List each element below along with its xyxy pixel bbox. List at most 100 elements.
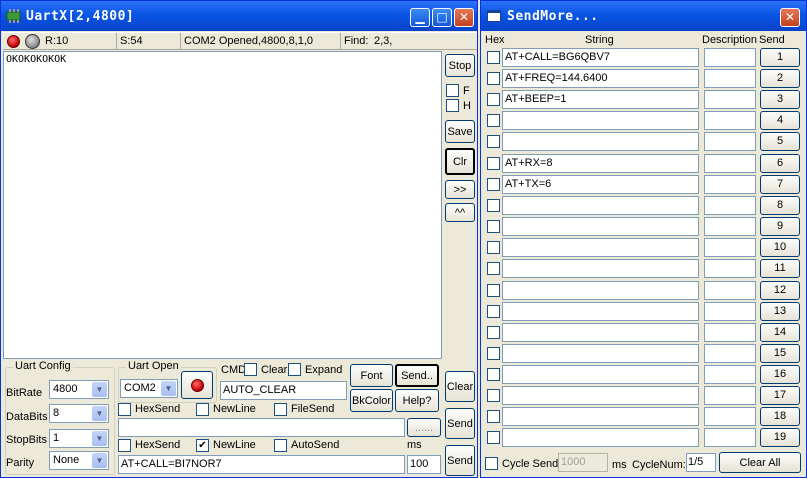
close-icon[interactable]: ✕ (780, 8, 800, 27)
command-string-input[interactable] (502, 407, 699, 426)
command-string-input[interactable]: AT+TX=6 (502, 175, 699, 194)
collapse-button[interactable]: ^^ (445, 203, 475, 222)
cycle-interval-input[interactable]: 1000 (558, 453, 608, 472)
send-row-button[interactable]: 13 (760, 302, 800, 321)
command-string-input[interactable]: AT+BEEP=1 (502, 90, 699, 109)
description-input[interactable] (704, 111, 756, 130)
f-checkbox[interactable] (446, 84, 459, 97)
command-string-input[interactable] (502, 217, 699, 236)
chevron-down-icon[interactable]: ▼ (92, 431, 107, 446)
hex-checkbox[interactable] (487, 305, 500, 318)
send-input[interactable]: AT+CALL=BI7NOR7 (118, 455, 405, 474)
send-row-button[interactable]: 11 (760, 259, 800, 278)
help-button[interactable]: Help? (395, 389, 439, 412)
chevron-down-icon[interactable]: ▼ (161, 381, 176, 396)
close-icon[interactable]: ✕ (454, 8, 474, 27)
description-input[interactable] (704, 69, 756, 88)
hex-checkbox[interactable] (487, 72, 500, 85)
command-string-input[interactable] (502, 259, 699, 278)
clear-receive-button[interactable]: Clear (445, 371, 475, 402)
send-row-button[interactable]: 9 (760, 217, 800, 236)
description-input[interactable] (704, 132, 756, 151)
description-input[interactable] (704, 175, 756, 194)
description-input[interactable] (704, 386, 756, 405)
font-button[interactable]: Font (350, 364, 393, 387)
command-string-input[interactable] (502, 386, 699, 405)
save-button[interactable]: Save (445, 120, 475, 143)
parity-select[interactable]: None ▼ (49, 451, 109, 470)
command-string-input[interactable] (502, 281, 699, 300)
send-row-button[interactable]: 12 (760, 281, 800, 300)
autosend-checkbox[interactable] (274, 439, 287, 452)
browse-button[interactable]: ...... (407, 418, 441, 437)
send-row-button[interactable]: 10 (760, 238, 800, 257)
h-checkbox[interactable] (446, 99, 459, 112)
clear-counter-icon[interactable] (25, 34, 40, 49)
send-row-button[interactable]: 14 (760, 323, 800, 342)
send-row-button[interactable]: 16 (760, 365, 800, 384)
hex-checkbox[interactable] (487, 410, 500, 423)
description-input[interactable] (704, 90, 756, 109)
hexsend-checkbox[interactable] (118, 403, 131, 416)
command-string-input[interactable] (502, 428, 699, 447)
hex-checkbox[interactable] (487, 431, 500, 444)
hex-checkbox[interactable] (487, 51, 500, 64)
hex-checkbox[interactable] (487, 284, 500, 297)
clr-button[interactable]: Clr (445, 148, 475, 175)
bkcolor-button[interactable]: BkColor (350, 389, 393, 412)
description-input[interactable] (704, 302, 756, 321)
description-input[interactable] (704, 238, 756, 257)
send-row-button[interactable]: 3 (760, 90, 800, 109)
hex-checkbox[interactable] (487, 241, 500, 254)
newline2-checkbox[interactable]: ✔ (196, 439, 209, 452)
expand-button[interactable]: >> (445, 180, 475, 199)
description-input[interactable] (704, 407, 756, 426)
cmd-input[interactable]: AUTO_CLEAR (220, 381, 347, 400)
send-row-button[interactable]: 8 (760, 196, 800, 215)
databits-select[interactable]: 8 ▼ (49, 404, 109, 423)
send-row-button[interactable]: 18 (760, 407, 800, 426)
newline-checkbox[interactable] (196, 403, 209, 416)
send-more-button[interactable]: Send.. (395, 364, 439, 387)
description-input[interactable] (704, 217, 756, 236)
command-string-input[interactable]: AT+CALL=BG6QBV7 (502, 48, 699, 67)
hex-checkbox[interactable] (487, 389, 500, 402)
command-string-input[interactable] (502, 323, 699, 342)
send-button[interactable]: Send (445, 445, 475, 476)
description-input[interactable] (704, 323, 756, 342)
stop-button[interactable]: Stop (445, 54, 475, 77)
hex-checkbox[interactable] (487, 220, 500, 233)
receive-area[interactable]: OKOKOKOKOK (3, 51, 442, 359)
description-input[interactable] (704, 365, 756, 384)
command-string-input[interactable] (502, 111, 699, 130)
send-row-button[interactable]: 7 (760, 175, 800, 194)
send-row-button[interactable]: 1 (760, 48, 800, 67)
maximize-icon[interactable]: □ (432, 8, 452, 27)
send-row-button[interactable]: 2 (760, 69, 800, 88)
stopbits-select[interactable]: 1 ▼ (49, 429, 109, 448)
send-row-button[interactable]: 17 (760, 386, 800, 405)
description-input[interactable] (704, 428, 756, 447)
command-string-input[interactable] (502, 302, 699, 321)
hex-checkbox[interactable] (487, 199, 500, 212)
chevron-down-icon[interactable]: ▼ (92, 382, 107, 397)
command-string-input[interactable]: AT+FREQ=144.6400 (502, 69, 699, 88)
send-row-button[interactable]: 4 (760, 111, 800, 130)
hex-checkbox[interactable] (487, 368, 500, 381)
uartx-titlebar[interactable]: UartX[2,4800] ▁ □ ✕ (1, 1, 477, 31)
send-row-button[interactable]: 19 (760, 428, 800, 447)
minimize-icon[interactable]: ▁ (410, 8, 430, 27)
description-input[interactable] (704, 259, 756, 278)
description-input[interactable] (704, 48, 756, 67)
port-select[interactable]: COM2 ▼ (120, 379, 178, 398)
description-input[interactable] (704, 196, 756, 215)
hex-checkbox[interactable] (487, 347, 500, 360)
clear-checkbox[interactable] (288, 363, 301, 376)
hexsend2-checkbox[interactable] (118, 439, 131, 452)
clear-all-button[interactable]: Clear All (719, 452, 801, 473)
hex-checkbox[interactable] (487, 114, 500, 127)
send-file-button[interactable]: Send (445, 408, 475, 439)
chevron-down-icon[interactable]: ▼ (92, 453, 107, 468)
open-port-button[interactable] (181, 371, 213, 399)
hex-checkbox[interactable] (487, 135, 500, 148)
